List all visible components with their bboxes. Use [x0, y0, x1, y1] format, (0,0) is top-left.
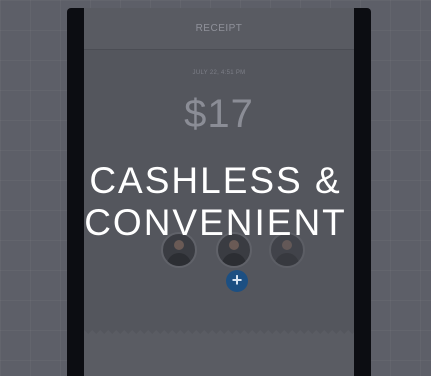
receipt-footer	[84, 338, 354, 376]
receipt-tear-edge	[84, 330, 354, 338]
receipt-date: JULY 22, 4:51 PM	[192, 70, 246, 76]
headline: CASHLESS & CONVENIENT	[0, 160, 431, 244]
receipt-header: RECEIPT	[84, 8, 354, 50]
receipt-title: RECEIPT	[195, 23, 243, 34]
add-participant-button[interactable]: +	[226, 270, 248, 292]
headline-line-2: CONVENIENT	[84, 202, 347, 243]
avatar-shoulders	[222, 253, 246, 266]
avatar-shoulders	[275, 253, 299, 266]
avatar-shoulders	[167, 253, 191, 266]
headline-line-1: CASHLESS &	[89, 160, 342, 201]
receipt-amount: $17	[184, 92, 254, 136]
